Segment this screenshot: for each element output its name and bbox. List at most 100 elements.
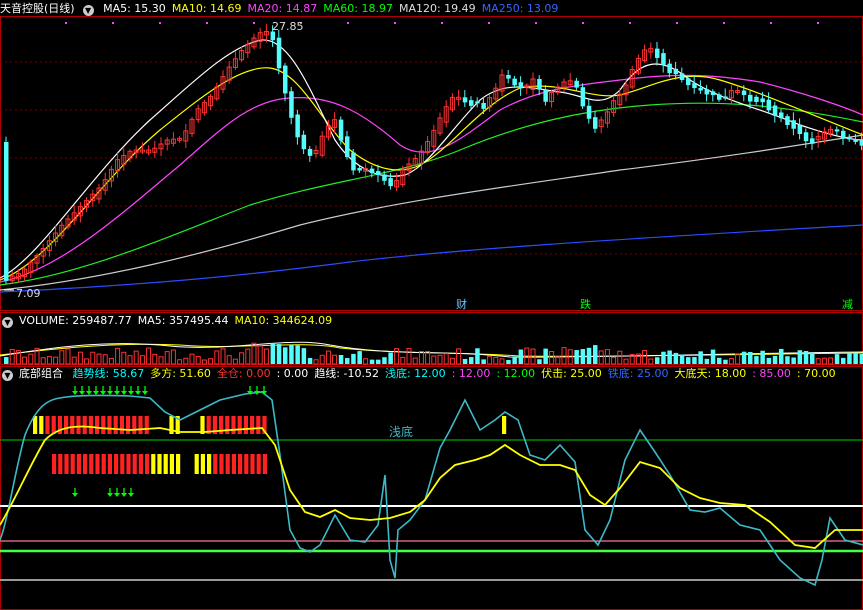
candle-body-down: [760, 98, 765, 103]
volume-bar-down: [512, 356, 517, 364]
volume-bar-up: [226, 355, 232, 365]
volume-bar-up: [164, 351, 170, 365]
volume-bar-up: [96, 353, 102, 365]
volume-bar-up: [115, 347, 121, 365]
arrow-down-icon: [86, 391, 92, 395]
indicator-name[interactable]: 底部组合: [19, 367, 63, 380]
dropdown-icon[interactable]: ▼: [2, 317, 13, 328]
signal-bar: [243, 416, 248, 434]
volume-bar-up: [642, 350, 648, 365]
signal-bar: [95, 454, 100, 474]
event-marker-finance[interactable]: 财: [456, 296, 467, 312]
volume-bar-up: [195, 355, 201, 365]
signal-bar: [237, 416, 242, 434]
candle-body-down: [351, 152, 356, 171]
candle-body-down: [586, 105, 592, 119]
signal-bar: [39, 416, 44, 434]
candle-body-down: [710, 91, 716, 96]
event-marker-fall[interactable]: 跌: [580, 296, 591, 312]
candle-body-down: [785, 116, 790, 125]
candle-body-down: [506, 75, 511, 79]
arrow-down-icon: [121, 391, 127, 395]
volume-bar-up: [363, 358, 369, 365]
indicator-value: VOLUME: 259487.77: [19, 314, 132, 327]
volume-bar-down: [686, 357, 691, 364]
signal-dot: [206, 22, 208, 24]
arrow-down-icon: [72, 391, 78, 395]
volume-bar-up: [449, 357, 455, 365]
volume-bar-down: [593, 345, 598, 364]
volume-bar-down: [506, 359, 511, 364]
volume-bar-up: [611, 356, 617, 365]
signal-bar: [225, 416, 230, 434]
signal-bar: [256, 454, 261, 474]
signal-bar: [145, 454, 150, 474]
indicator-value: 大底天: 18.00: [674, 367, 747, 380]
volume-bar-down: [307, 357, 313, 364]
stock-title[interactable]: 天音控股(日线): [0, 2, 75, 15]
indicator-value: 伏击: 25.00: [541, 367, 602, 380]
volume-bar-down: [345, 358, 350, 364]
signal-bar: [89, 454, 94, 474]
volume-bar-up: [418, 351, 424, 365]
indicator-value: MA120: 19.49: [398, 2, 476, 15]
arrow-down-icon: [79, 391, 85, 395]
signal-bar: [144, 416, 149, 434]
volume-bar-down: [462, 358, 468, 364]
dropdown-icon[interactable]: ▼: [2, 370, 13, 381]
volume-bar-down: [791, 357, 796, 364]
volume-bar-down: [797, 350, 803, 364]
indicator-value: MA60: 18.97: [323, 2, 393, 15]
indicator-value: 多方: 51.60: [150, 367, 211, 380]
volume-bar-down: [692, 357, 697, 364]
indicator-value: 浅底: 12.00: [384, 367, 446, 380]
volume-bar-down: [537, 359, 542, 364]
indicator-value: 全仓: 0.00: [216, 367, 271, 380]
volume-bar-up: [9, 348, 15, 365]
volume-bar-down: [301, 348, 307, 364]
signal-bar: [238, 454, 243, 474]
candle-body-down: [679, 73, 685, 80]
volume-bar-down: [586, 347, 592, 364]
indicator-value: MA5: 357495.44: [137, 314, 229, 327]
volume-bar-up: [257, 345, 263, 365]
signal-bar: [70, 416, 75, 434]
volume-bar-down: [289, 344, 294, 364]
volume-bar-down: [785, 356, 790, 364]
candle-body-down: [667, 63, 672, 74]
candle-body-down: [772, 105, 778, 116]
volume-bar-up: [487, 355, 493, 365]
candle-body-down: [766, 99, 772, 111]
chart-canvas: [0, 16, 863, 610]
signal-dot: [535, 22, 537, 24]
candle-body-down: [661, 53, 666, 66]
volume-bar-up: [59, 350, 65, 365]
volume-bar-up: [208, 358, 214, 365]
volume-bar-down: [388, 352, 393, 364]
volume-bar-up: [412, 357, 418, 365]
volume-bar-down: [710, 349, 716, 364]
candle-body-down: [797, 124, 803, 135]
volume-bar-down: [4, 357, 9, 364]
signal-bar: [83, 454, 88, 474]
signal-bar: [132, 416, 137, 434]
signal-bar: [113, 416, 118, 434]
volume-bar-down: [376, 359, 381, 364]
candle-body-down: [382, 174, 387, 181]
candle-body-down: [810, 138, 815, 144]
dropdown-icon[interactable]: ▼: [82, 5, 94, 16]
indicator-value: MA20: 14.87: [247, 2, 318, 15]
event-marker-reduce[interactable]: 减: [842, 296, 853, 312]
volume-bar-up: [214, 350, 220, 365]
signal-bar: [76, 454, 81, 474]
indicator-value: 铁底: 25.00: [607, 367, 669, 380]
candle-body-down: [791, 120, 796, 129]
signal-bar: [231, 454, 236, 474]
signal-dot: [817, 22, 819, 24]
signal-bar: [256, 416, 261, 434]
indicator-value: MA250: 13.09: [481, 2, 559, 15]
candle-body-down: [717, 94, 722, 100]
arrow-down-icon: [114, 493, 120, 497]
signal-bar: [219, 454, 224, 474]
volume-bar-up: [728, 358, 734, 365]
